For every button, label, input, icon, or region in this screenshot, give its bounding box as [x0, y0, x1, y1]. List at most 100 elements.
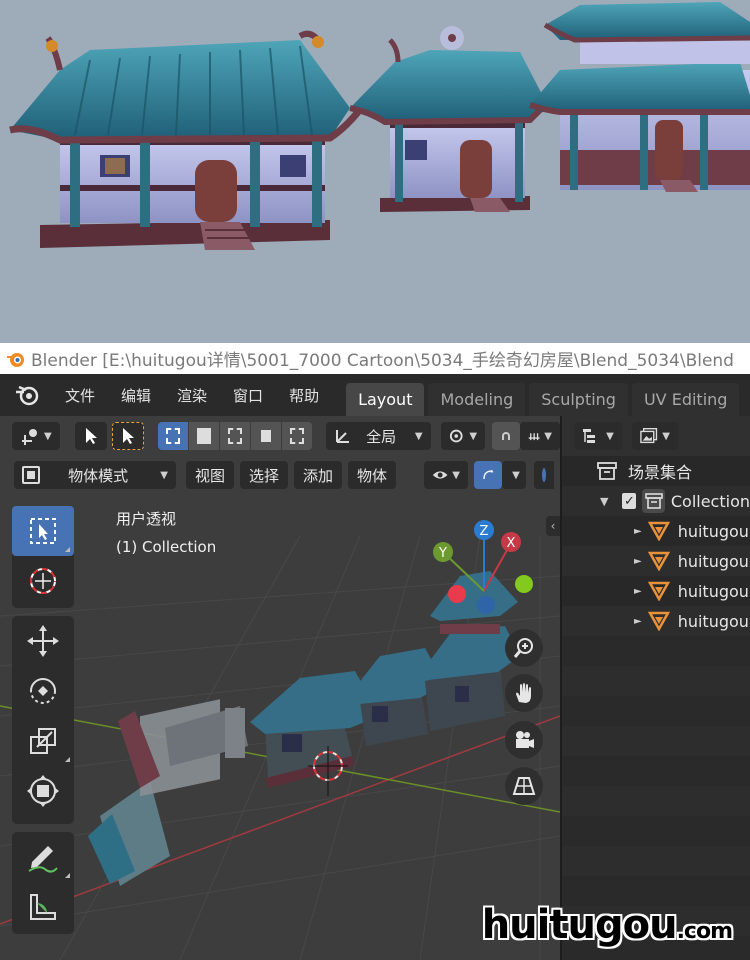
camera-icon: [516, 731, 534, 748]
tab-sculpting[interactable]: Sculpting: [529, 383, 628, 416]
watermark-suffix: .com: [676, 919, 733, 944]
chevron-down-icon: ▼: [512, 469, 520, 481]
camera-view-button[interactable]: [505, 721, 543, 759]
expand-down-icon[interactable]: ▼: [600, 495, 608, 508]
expand-right-icon[interactable]: ►: [634, 556, 642, 567]
select-box-button[interactable]: [112, 422, 145, 450]
menu-window[interactable]: 窗口: [220, 385, 276, 406]
menu-render[interactable]: 渲染: [164, 385, 220, 406]
editor-type-button[interactable]: ▼: [12, 422, 60, 450]
outliner-list-icon: [583, 429, 596, 443]
tab-layout[interactable]: Layout: [346, 383, 425, 416]
3d-view-icon: [22, 429, 37, 445]
tool-select-box[interactable]: [12, 506, 74, 556]
menu-edit[interactable]: 编辑: [108, 385, 164, 406]
scale-icon: [30, 728, 56, 754]
pencil-icon: [28, 846, 58, 873]
pivot-point-dropdown[interactable]: ▼: [441, 422, 486, 450]
mesh-object-icon: [647, 521, 670, 541]
rotate-icon: [30, 678, 56, 704]
cursor-target-icon: [30, 568, 56, 594]
zoom-magnifier-icon: [513, 638, 533, 658]
outliner-display-mode-dropdown[interactable]: ▼: [574, 422, 622, 450]
expand-right-icon[interactable]: ►: [634, 586, 642, 597]
gizmo-x-label: X: [507, 536, 516, 551]
menu-view[interactable]: 视图: [186, 461, 234, 489]
watermark: huitugou.com: [482, 902, 733, 948]
collection-name: Collection: [670, 491, 750, 511]
menu-object[interactable]: 物体: [348, 461, 396, 489]
3d-viewport[interactable]: Z X Y ▼ 全局 ▼ ▼ ▼ 物体模式 ▼ 视图 选择 添加 物体 ▼ ▼ …: [0, 416, 560, 960]
outliner-filter-dropdown[interactable]: ▼: [632, 422, 678, 450]
cursor-arrow-icon: [123, 428, 135, 444]
select-invert-button[interactable]: [251, 422, 282, 450]
collection-icon: [642, 489, 665, 513]
menu-add[interactable]: 添加: [294, 461, 342, 489]
zoom-button[interactable]: [505, 629, 543, 667]
transform-orientation-dropdown[interactable]: 全局 ▼: [325, 422, 431, 450]
top-menu-bar: 文件 编辑 渲染 窗口 帮助 Layout Modeling Sculpting…: [0, 374, 750, 416]
viewport-header-tools: ▼ 全局 ▼ ▼ ▼: [0, 416, 560, 456]
view-name-label: 用户透视: [116, 510, 177, 528]
orientation-axes-icon: [335, 430, 349, 443]
select-tweak-button[interactable]: [75, 422, 108, 450]
workspace-tabs: Layout Modeling Sculpting UV Editing: [346, 374, 743, 416]
select-subtract-button[interactable]: [220, 422, 251, 450]
cursor-arrow-icon: [86, 428, 98, 444]
chevron-down-icon: ▼: [452, 469, 460, 481]
viewport-scene: Z X Y: [0, 520, 560, 960]
tool-transform[interactable]: [12, 766, 74, 816]
snap-increment-icon: [528, 433, 540, 441]
tab-modeling[interactable]: Modeling: [428, 383, 526, 416]
checkbox-checked-icon[interactable]: ✓: [622, 493, 637, 509]
eye-icon: [432, 471, 448, 479]
mesh-object-icon: [647, 611, 670, 631]
menu-file[interactable]: 文件: [52, 385, 108, 406]
toolbar-select-group: [12, 506, 74, 608]
tool-move[interactable]: [12, 616, 74, 666]
tab-uv-editing[interactable]: UV Editing: [631, 383, 740, 416]
window-title: Blender [E:\huitugou详情\5001_7000 Cartoon…: [31, 351, 734, 371]
outliner-row-object[interactable]: ► huitugou: [562, 546, 750, 576]
collection-label: (1) Collection: [116, 538, 217, 556]
sidebar-toggle[interactable]: ‹: [546, 516, 560, 536]
gizmo-dropdown[interactable]: ▼: [502, 461, 526, 489]
magnet-icon: [502, 432, 510, 440]
menu-help[interactable]: 帮助: [276, 385, 332, 406]
expand-right-icon[interactable]: ►: [634, 526, 642, 537]
outliner-row-object[interactable]: ► huitugou: [562, 576, 750, 606]
visibility-dropdown[interactable]: ▼: [424, 461, 468, 489]
gizmo-toggle[interactable]: [474, 461, 502, 489]
pan-button[interactable]: [505, 674, 543, 712]
image-stack-icon: [640, 427, 658, 444]
outliner-row-scene-collection[interactable]: 场景集合: [562, 456, 750, 486]
tool-measure[interactable]: [12, 882, 74, 932]
chevron-down-icon: ▼: [606, 430, 614, 442]
expand-right-icon[interactable]: ►: [634, 616, 642, 627]
overlay-toggle[interactable]: [534, 461, 554, 489]
preview-render-image: [0, 0, 750, 343]
outliner-row-object[interactable]: ► huitugou: [562, 516, 750, 546]
mode-dropdown[interactable]: 物体模式 ▼: [14, 461, 176, 489]
tool-scale[interactable]: [12, 716, 74, 766]
toolbar-transform-group: [12, 616, 74, 824]
grid-perspective-icon: [512, 777, 536, 795]
blender-menu-icon[interactable]: [14, 384, 40, 406]
menu-select[interactable]: 选择: [240, 461, 288, 489]
snap-toggle[interactable]: [492, 422, 520, 450]
select-new-button[interactable]: [158, 422, 189, 450]
select-intersect-button[interactable]: [282, 422, 313, 450]
select-extend-button[interactable]: [189, 422, 220, 450]
outliner-row-collection[interactable]: ▼ ✓ Collection: [562, 486, 750, 516]
outliner-row-object[interactable]: ► huitugou: [562, 606, 750, 636]
snap-target-dropdown[interactable]: ▼: [520, 422, 560, 450]
mesh-object-icon: [647, 551, 670, 571]
chevron-down-icon: ▼: [44, 430, 52, 442]
tool-rotate[interactable]: [12, 666, 74, 716]
gizmo-z-label: Z: [480, 524, 489, 539]
object-mode-icon: [22, 466, 40, 484]
chevron-down-icon: ▼: [414, 430, 423, 442]
projection-toggle-button[interactable]: [505, 767, 543, 805]
tool-annotate[interactable]: [12, 832, 74, 882]
tool-cursor[interactable]: [12, 556, 74, 606]
